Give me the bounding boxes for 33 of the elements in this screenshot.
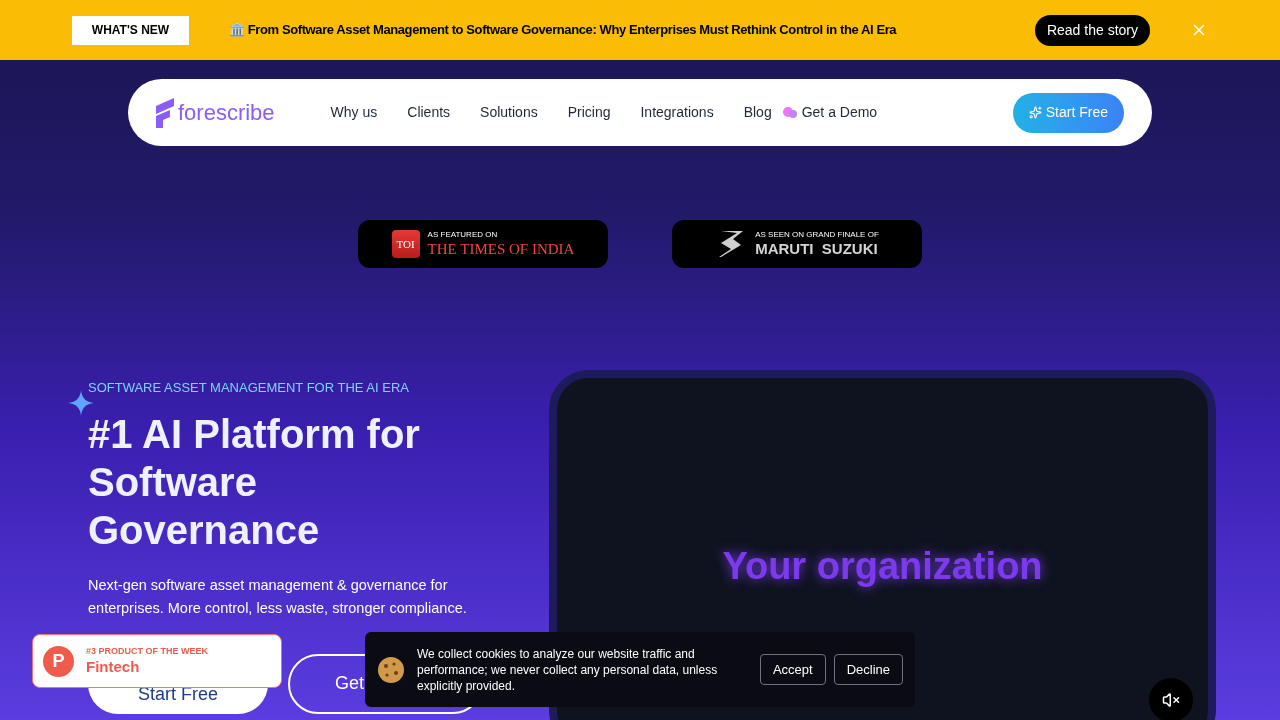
nav-link[interactable]: Why us [330, 102, 378, 123]
feature-name: MARUTI SUZUKI [755, 239, 879, 259]
mute-button[interactable] [1149, 678, 1193, 720]
nav-link[interactable]: Solutions [480, 102, 538, 123]
hero-subtitle: Next-gen software asset management & governance for enterprises. More control, less waste, stronger compliance. [88, 575, 468, 618]
nav-link[interactable]: Blog [743, 102, 772, 123]
product-rank: #3 PRODUCT OF THE WEEK [86, 644, 208, 658]
sparkle-icon [68, 390, 94, 416]
chat-bubbles-icon [781, 105, 798, 120]
read-story-button[interactable]: Read the story [1034, 14, 1150, 46]
cookie-icon [377, 655, 405, 684]
logo-icon [156, 97, 174, 128]
cookie-button[interactable]: Decline [833, 654, 903, 685]
logo-text: forescribe [178, 99, 275, 127]
product-category: Fintech [86, 658, 141, 678]
feature-name: THE TIMES OF INDIA [427, 239, 575, 259]
cookie-button[interactable]: Accept [759, 654, 826, 685]
feature-caption: AS SEEN ON GRAND FINALE OF [755, 229, 879, 240]
cookie-text: We collect cookies to analyze our website traffic and performance; we never collect any personal data, unless explicitly provided. [417, 645, 719, 694]
hero-title: #1 AI Platform for Software Governance [88, 410, 421, 554]
nav-link[interactable]: Pricing [567, 102, 611, 123]
video-caption: Your organization [722, 544, 1043, 589]
demo-link[interactable]: Get a Demo [781, 102, 878, 123]
mute-icon [1162, 691, 1180, 709]
hero-eyebrow: SOFTWARE ASSET MANAGEMENT FOR THE AI ERA [88, 379, 410, 397]
product-hunt-icon: P [43, 645, 74, 677]
sparkle-icon [1028, 106, 1042, 119]
nav-link[interactable]: Clients [407, 102, 451, 123]
announcement-text: 🏛 From Software Asset Management to Software Governance: Why Enterprises Must Rethink Control in the AI Era [229, 21, 897, 40]
nav-link[interactable]: Integrations [640, 102, 714, 123]
feature-caption: AS FEATURED ON [427, 229, 499, 240]
whats-new-label: WHAT'S NEW [72, 15, 189, 45]
toi-logo-icon: TOI [391, 230, 420, 258]
